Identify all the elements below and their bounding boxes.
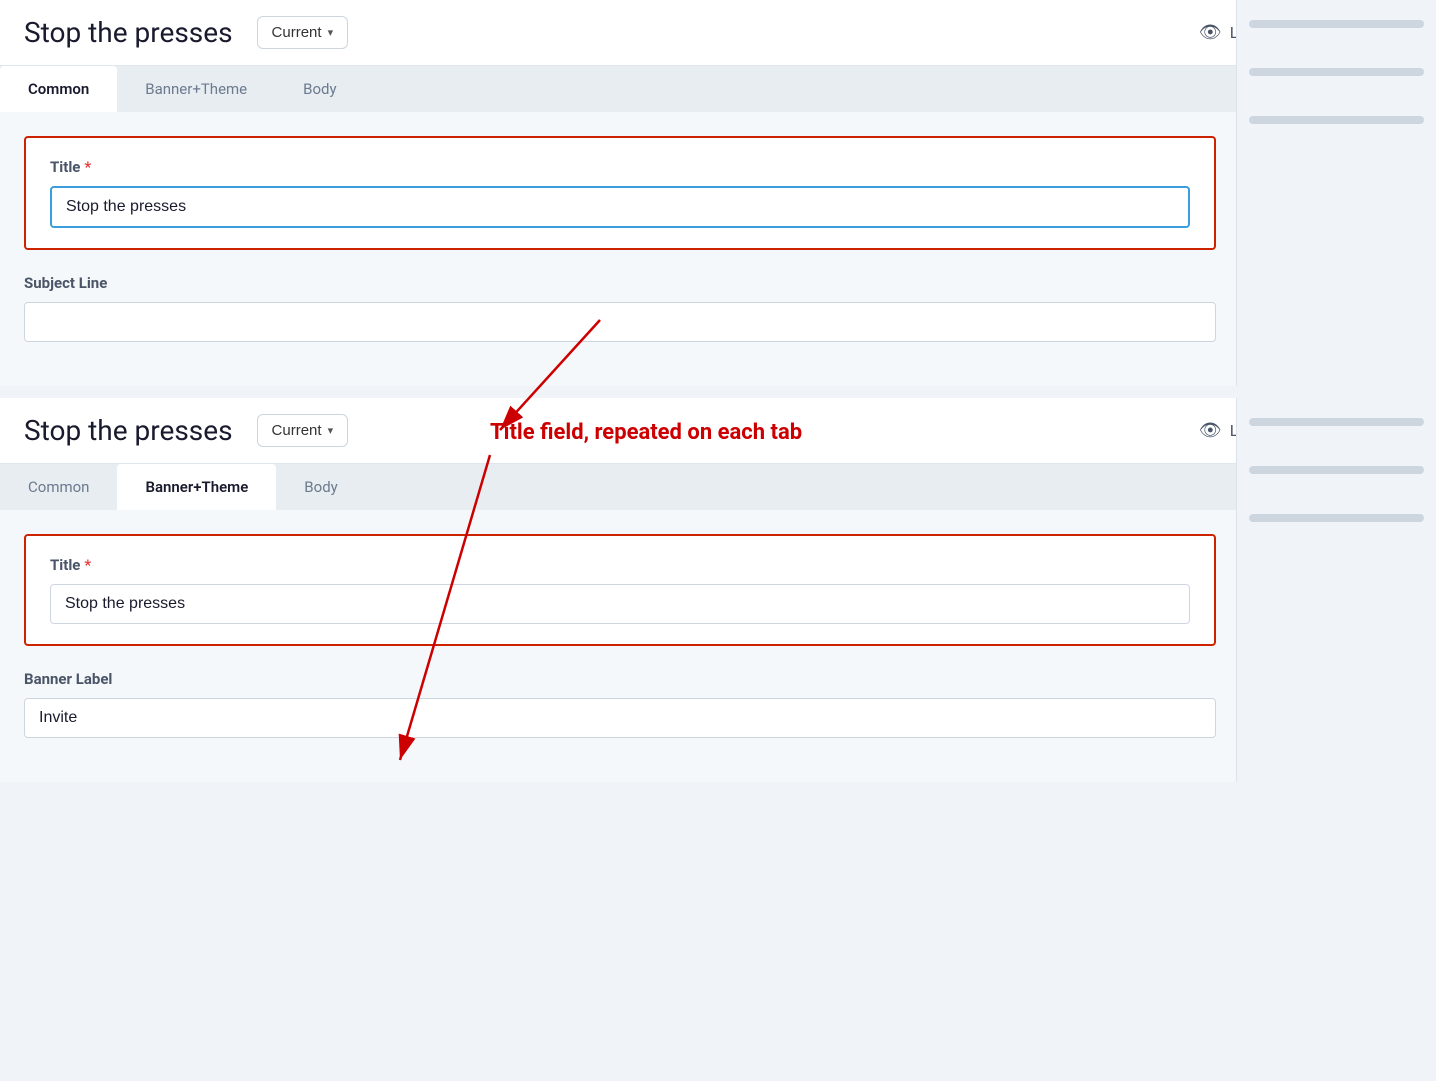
chevron-down-icon-2: ▾ (328, 424, 334, 437)
panel-2-title: Stop the presses (24, 414, 233, 447)
title-field-label-2: Title * (50, 556, 1190, 574)
eye-icon-2: 👁 (1199, 420, 1222, 441)
panel-1: Stop the presses Current ▾ 👁 Live Previe… (0, 0, 1436, 386)
current-dropdown-2[interactable]: Current ▾ (257, 414, 349, 447)
panel-1-title: Stop the presses (24, 16, 233, 49)
panel-1-header: Stop the presses Current ▾ 👁 Live Previe… (0, 0, 1436, 66)
required-star-1: * (84, 158, 91, 176)
current-dropdown-1-label: Current (272, 24, 322, 41)
subject-line-label: Subject Line (24, 274, 1216, 292)
panel-2: Stop the presses Current ▾ 👁 Live Previe… (0, 398, 1436, 782)
tab-body-2[interactable]: Body (276, 464, 365, 510)
sidebar-hint-2a (1249, 418, 1424, 426)
eye-icon-1: 👁 (1199, 22, 1222, 43)
subject-line-group: Subject Line (24, 274, 1216, 342)
sidebar-hint-1c (1249, 116, 1424, 124)
title-input-1[interactable] (50, 186, 1190, 228)
title-input-2[interactable] (50, 584, 1190, 624)
banner-label-group: Banner Label (24, 670, 1216, 738)
panel-2-header: Stop the presses Current ▾ 👁 Live Previe… (0, 398, 1436, 464)
sidebar-hint-2b (1249, 466, 1424, 474)
banner-label-input[interactable] (24, 698, 1216, 738)
subject-line-input[interactable] (24, 302, 1216, 342)
title-section-1: Title * (24, 136, 1216, 250)
tab-bar-1: Common Banner+Theme Body (0, 66, 1436, 112)
title-field-label-1: Title * (50, 158, 1190, 176)
tab-common-1[interactable]: Common (0, 66, 117, 112)
sidebar-hint-2c (1249, 514, 1424, 522)
required-star-2: * (84, 556, 91, 574)
title-section-2: Title * (24, 534, 1216, 646)
right-sidebar-1 (1236, 0, 1436, 386)
current-dropdown-2-label: Current (272, 422, 322, 439)
current-dropdown-1[interactable]: Current ▾ (257, 16, 349, 49)
panel-1-content: Title * Subject Line (0, 112, 1436, 386)
sidebar-hint-1a (1249, 20, 1424, 28)
tab-body-1[interactable]: Body (275, 66, 364, 112)
tab-banner-theme-2[interactable]: Banner+Theme (117, 464, 276, 510)
sidebar-hint-1b (1249, 68, 1424, 76)
right-sidebar-2 (1236, 398, 1436, 782)
tab-bar-2: Common Banner+Theme Body (0, 464, 1436, 510)
chevron-down-icon-1: ▾ (328, 26, 334, 39)
tab-common-2[interactable]: Common (0, 464, 117, 510)
banner-label-label: Banner Label (24, 670, 1216, 688)
panel-2-content: Title * Banner Label (0, 510, 1436, 782)
tab-banner-theme-1[interactable]: Banner+Theme (117, 66, 275, 112)
